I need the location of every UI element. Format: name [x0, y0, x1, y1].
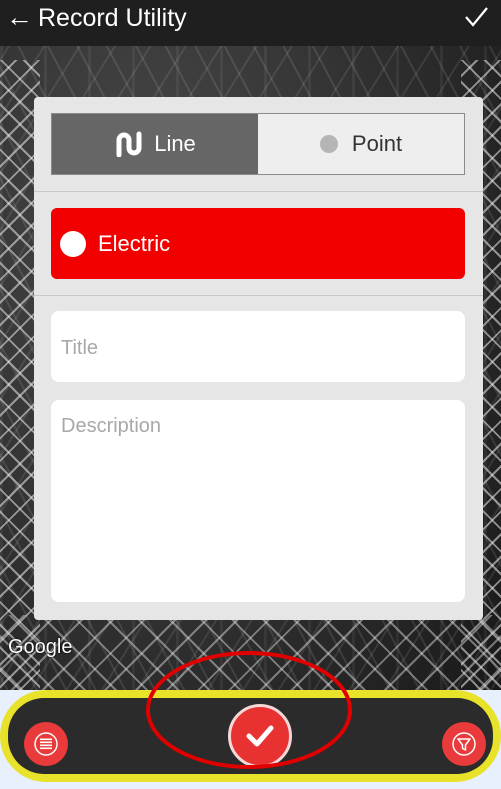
- category-dot-icon: [60, 230, 86, 257]
- geometry-type-toggle: Line Point: [51, 113, 465, 175]
- page-title: Record Utility: [38, 4, 187, 32]
- point-option[interactable]: Point: [258, 114, 464, 174]
- dot-icon: [319, 135, 338, 153]
- line-option[interactable]: Line: [52, 114, 258, 174]
- category-label: Electric: [98, 230, 171, 256]
- line-option-label: Line: [154, 131, 196, 156]
- category-selector[interactable]: Electric: [51, 208, 465, 279]
- record-form-panel: Line Point Electric Title Description: [34, 97, 483, 620]
- line-path-icon: [116, 131, 142, 157]
- back-button[interactable]: ←: [6, 3, 36, 31]
- check-icon: [465, 7, 488, 27]
- divider: [34, 191, 483, 192]
- filter-button[interactable]: [442, 722, 486, 766]
- description-field[interactable]: Description: [51, 400, 465, 602]
- title-field[interactable]: Title: [51, 311, 465, 382]
- divider: [34, 295, 483, 296]
- arrow-left-icon: ←: [6, 2, 33, 32]
- app-bar: ← Record Utility: [0, 0, 501, 46]
- annotation-highlight-circle: [146, 651, 352, 769]
- list-icon: [34, 732, 58, 756]
- google-attribution: Google: [8, 636, 73, 658]
- point-option-label: Point: [351, 131, 403, 156]
- list-button[interactable]: [24, 722, 68, 766]
- filter-icon: [452, 732, 476, 756]
- confirm-button[interactable]: [461, 2, 491, 32]
